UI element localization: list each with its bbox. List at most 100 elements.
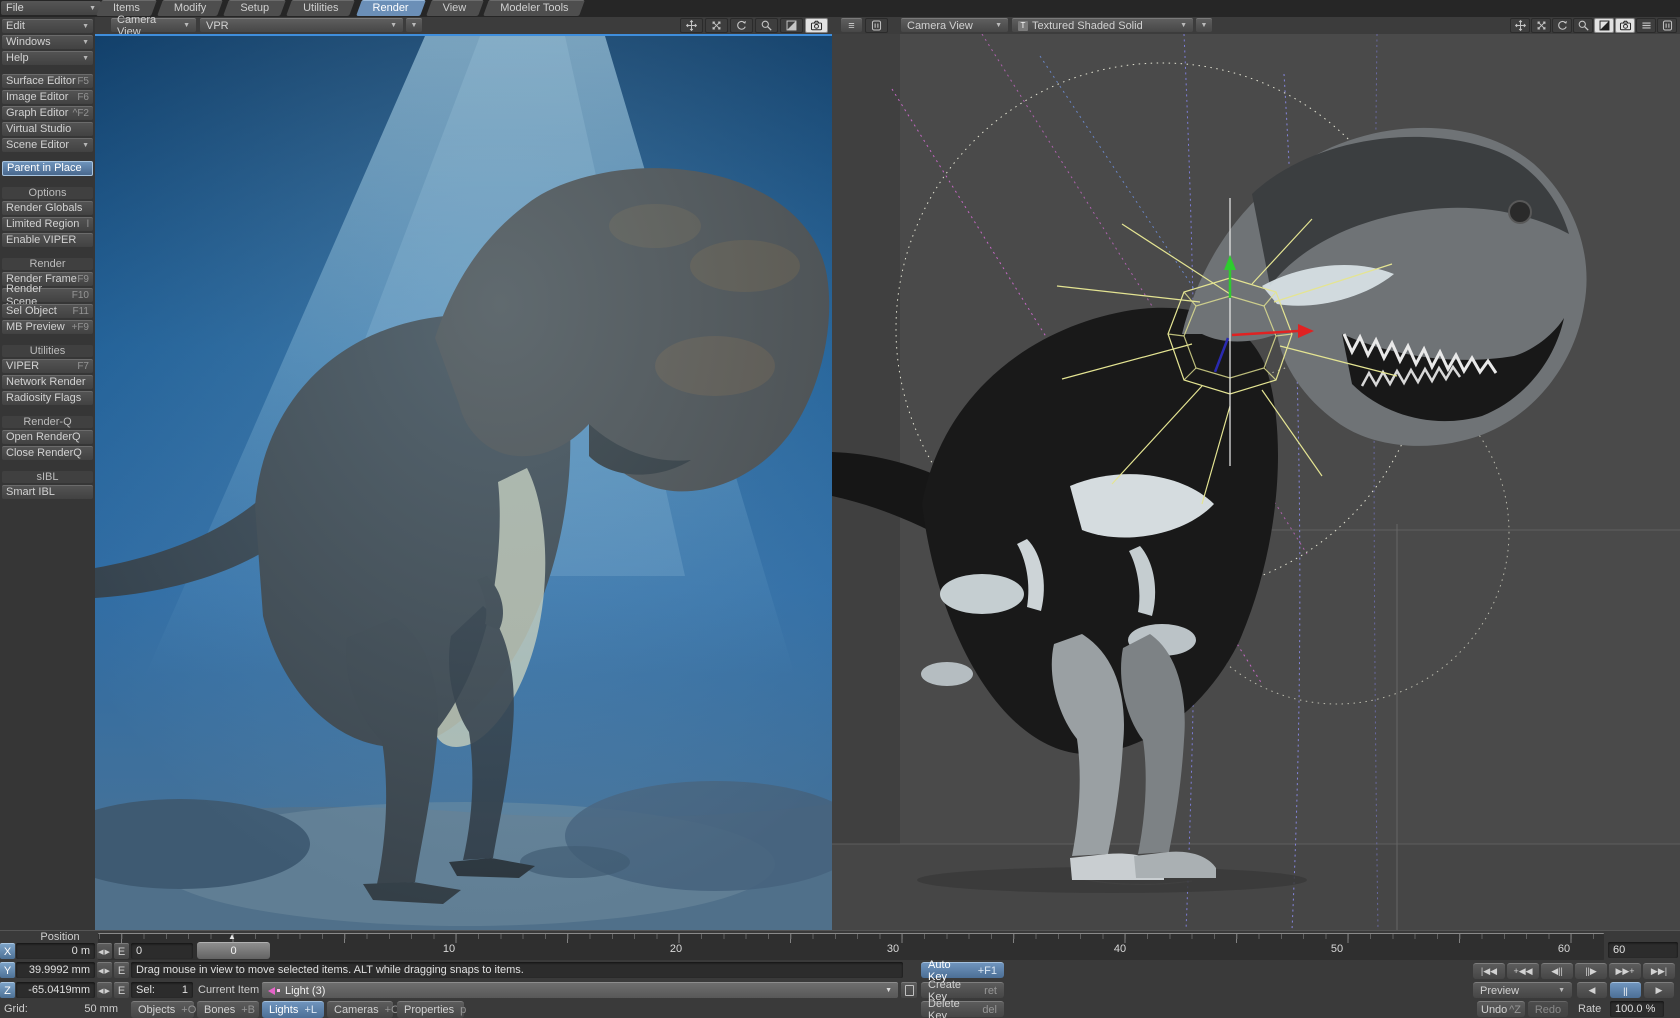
x-axis-button[interactable]: X bbox=[0, 943, 15, 959]
undo-button[interactable]: Undo^Z bbox=[1477, 1001, 1525, 1017]
current-item-dropdown[interactable]: Light (3) ▼ bbox=[262, 982, 898, 998]
edit-menu-button[interactable]: Edit▼ bbox=[2, 19, 93, 33]
rotate-view-icon[interactable] bbox=[1552, 18, 1572, 33]
virtual-studio-button[interactable]: Virtual Studio bbox=[2, 122, 93, 136]
render-globals-button[interactable]: Render Globals bbox=[2, 201, 93, 215]
close-renderq-button[interactable]: Close RenderQ bbox=[2, 446, 93, 460]
windows-menu-button[interactable]: Windows▼ bbox=[2, 35, 93, 49]
pause-button[interactable]: || bbox=[1610, 982, 1641, 998]
surface-editor-button[interactable]: Surface EditorF5 bbox=[2, 74, 93, 88]
bones-button[interactable]: Bones+B bbox=[197, 1001, 259, 1018]
maximize-viewport-icon[interactable] bbox=[1594, 18, 1614, 33]
create-key-button[interactable]: Create Keyret bbox=[921, 982, 1004, 998]
sel-object-button[interactable]: Sel ObjectF11 bbox=[2, 304, 93, 318]
camera-view-icon[interactable] bbox=[805, 18, 828, 33]
section-header-options: Options bbox=[2, 187, 93, 199]
y-value-field[interactable]: 39.9992 mm bbox=[16, 962, 95, 978]
y-envelope-button[interactable]: E bbox=[114, 962, 129, 978]
go-to-end-button[interactable]: ▶▶| bbox=[1643, 963, 1675, 979]
panes-icon[interactable] bbox=[1657, 18, 1677, 33]
auto-key-button[interactable]: Auto Key+F1 bbox=[921, 962, 1004, 978]
viewport-right-view-dropdown[interactable]: Camera View▼ bbox=[901, 18, 1008, 32]
tab-setup[interactable]: Setup bbox=[226, 0, 283, 16]
sel-count-field[interactable]: Sel: 1 bbox=[131, 982, 193, 998]
lights-button[interactable]: Lights+L bbox=[262, 1001, 324, 1018]
pan-view-icon[interactable] bbox=[1531, 18, 1551, 33]
grid-value: 50 mm bbox=[60, 1001, 118, 1017]
tab-modeler-tools[interactable]: Modeler Tools bbox=[486, 0, 582, 16]
frame-slider[interactable]: 0 bbox=[197, 942, 270, 959]
move-view-icon[interactable] bbox=[1510, 18, 1530, 33]
radiosity-flags-button[interactable]: Radiosity Flags bbox=[2, 391, 93, 405]
enable-viper-button[interactable]: Enable VIPER bbox=[2, 233, 93, 247]
objects-button[interactable]: Objects+O bbox=[131, 1001, 194, 1018]
menu-icon[interactable] bbox=[1636, 18, 1656, 33]
delete-key-button[interactable]: Delete Keydel bbox=[921, 1001, 1004, 1017]
menu-icon: ≡ bbox=[848, 20, 854, 32]
redo-button[interactable]: Redo bbox=[1528, 1001, 1568, 1017]
tab-view[interactable]: View bbox=[429, 0, 481, 16]
parent-in-place-button[interactable]: Parent in Place bbox=[2, 161, 93, 176]
render-scene-button[interactable]: Render SceneF10 bbox=[2, 288, 93, 302]
next-frame-button[interactable]: ||▶ bbox=[1575, 963, 1607, 979]
x-stepper[interactable]: ◀▶ bbox=[97, 943, 112, 959]
x-envelope-button[interactable]: E bbox=[114, 943, 129, 959]
camera-view-icon[interactable] bbox=[1615, 18, 1635, 33]
next-key-button[interactable]: ▶▶+ bbox=[1609, 963, 1641, 979]
file-menu-button[interactable]: File ▼ bbox=[1, 1, 101, 15]
help-menu-button[interactable]: Help▼ bbox=[2, 51, 93, 65]
rate-field[interactable]: 100.0 % bbox=[1610, 1001, 1664, 1017]
open-renderq-button[interactable]: Open RenderQ bbox=[2, 430, 93, 444]
previous-frame-button[interactable]: ◀|| bbox=[1541, 963, 1573, 979]
viewport-right-extra-dropdown[interactable]: ▼ bbox=[1196, 18, 1212, 32]
viewport-menu-icon[interactable]: ≡ bbox=[841, 18, 862, 32]
previous-key-button[interactable]: +◀◀ bbox=[1507, 963, 1539, 979]
y-axis-button[interactable]: Y bbox=[0, 962, 15, 978]
z-value-field[interactable]: -65.0419mm bbox=[16, 982, 95, 998]
viewport-panes-icon[interactable] bbox=[865, 18, 888, 33]
zoom-view-icon[interactable] bbox=[1573, 18, 1593, 33]
play-button[interactable]: ▶ bbox=[1644, 982, 1674, 998]
preview-dropdown[interactable]: Preview▼ bbox=[1473, 982, 1572, 998]
z-envelope-button[interactable]: E bbox=[114, 982, 129, 998]
end-frame-field[interactable]: 60 bbox=[1608, 942, 1678, 958]
timeline-ruler[interactable]: 10 20 30 40 50 60 ▲ 0 bbox=[98, 933, 1604, 960]
tab-utilities[interactable]: Utilities bbox=[289, 0, 352, 16]
vpr-render-canvas[interactable] bbox=[95, 36, 832, 930]
x-value-field[interactable]: 0 m bbox=[16, 943, 95, 959]
chevron-down-icon: ▼ bbox=[82, 52, 89, 65]
viewport-left-view-dropdown[interactable]: Camera View▼ bbox=[111, 18, 196, 32]
network-render-button[interactable]: Network Render bbox=[2, 375, 93, 389]
cameras-button[interactable]: Cameras+C bbox=[327, 1001, 393, 1018]
smart-ibl-button[interactable]: Smart IBL bbox=[2, 485, 93, 499]
viewport-left-mode-dropdown[interactable]: VPR▼ bbox=[200, 18, 403, 32]
image-editor-button[interactable]: Image EditorF6 bbox=[2, 90, 93, 104]
viper-button[interactable]: VIPERF7 bbox=[2, 359, 93, 373]
chevron-down-icon: ▼ bbox=[82, 36, 89, 49]
viewport-left-extra-dropdown[interactable]: ▼ bbox=[406, 18, 422, 32]
frame-field[interactable]: 0 bbox=[131, 943, 193, 959]
mb-preview-button[interactable]: MB Preview+F9 bbox=[2, 320, 93, 334]
pan-view-icon[interactable] bbox=[705, 18, 728, 33]
viewport-right-mode-dropdown[interactable]: T Textured Shaded Solid▼ bbox=[1012, 18, 1193, 32]
section-header-render-q: Render-Q bbox=[2, 416, 93, 428]
go-to-start-button[interactable]: |◀◀ bbox=[1473, 963, 1505, 979]
move-view-icon[interactable] bbox=[680, 18, 703, 33]
properties-button[interactable]: Propertiesp bbox=[397, 1001, 464, 1018]
chevron-down-icon: ▼ bbox=[411, 22, 418, 29]
z-axis-button[interactable]: Z bbox=[0, 982, 15, 998]
graph-editor-button[interactable]: Graph Editor^F2 bbox=[2, 106, 93, 120]
zoom-view-icon[interactable] bbox=[755, 18, 778, 33]
tab-render[interactable]: Render bbox=[359, 0, 423, 16]
z-stepper[interactable]: ◀▶ bbox=[97, 982, 112, 998]
rotate-view-icon[interactable] bbox=[730, 18, 753, 33]
y-stepper[interactable]: ◀▶ bbox=[97, 962, 112, 978]
opengl-canvas[interactable] bbox=[832, 34, 1680, 930]
item-list-button[interactable] bbox=[901, 982, 917, 998]
timeline-tick: 40 bbox=[1114, 943, 1126, 955]
limited-region-button[interactable]: Limited Regionl bbox=[2, 217, 93, 231]
lightwave-layout-window: File ▼ Items Modify Setup Utilities Rend… bbox=[0, 0, 1680, 1018]
play-reverse-button[interactable]: ◀ bbox=[1577, 982, 1607, 998]
maximize-viewport-icon[interactable] bbox=[780, 18, 803, 33]
scene-editor-button[interactable]: Scene Editor▼ bbox=[2, 138, 93, 152]
